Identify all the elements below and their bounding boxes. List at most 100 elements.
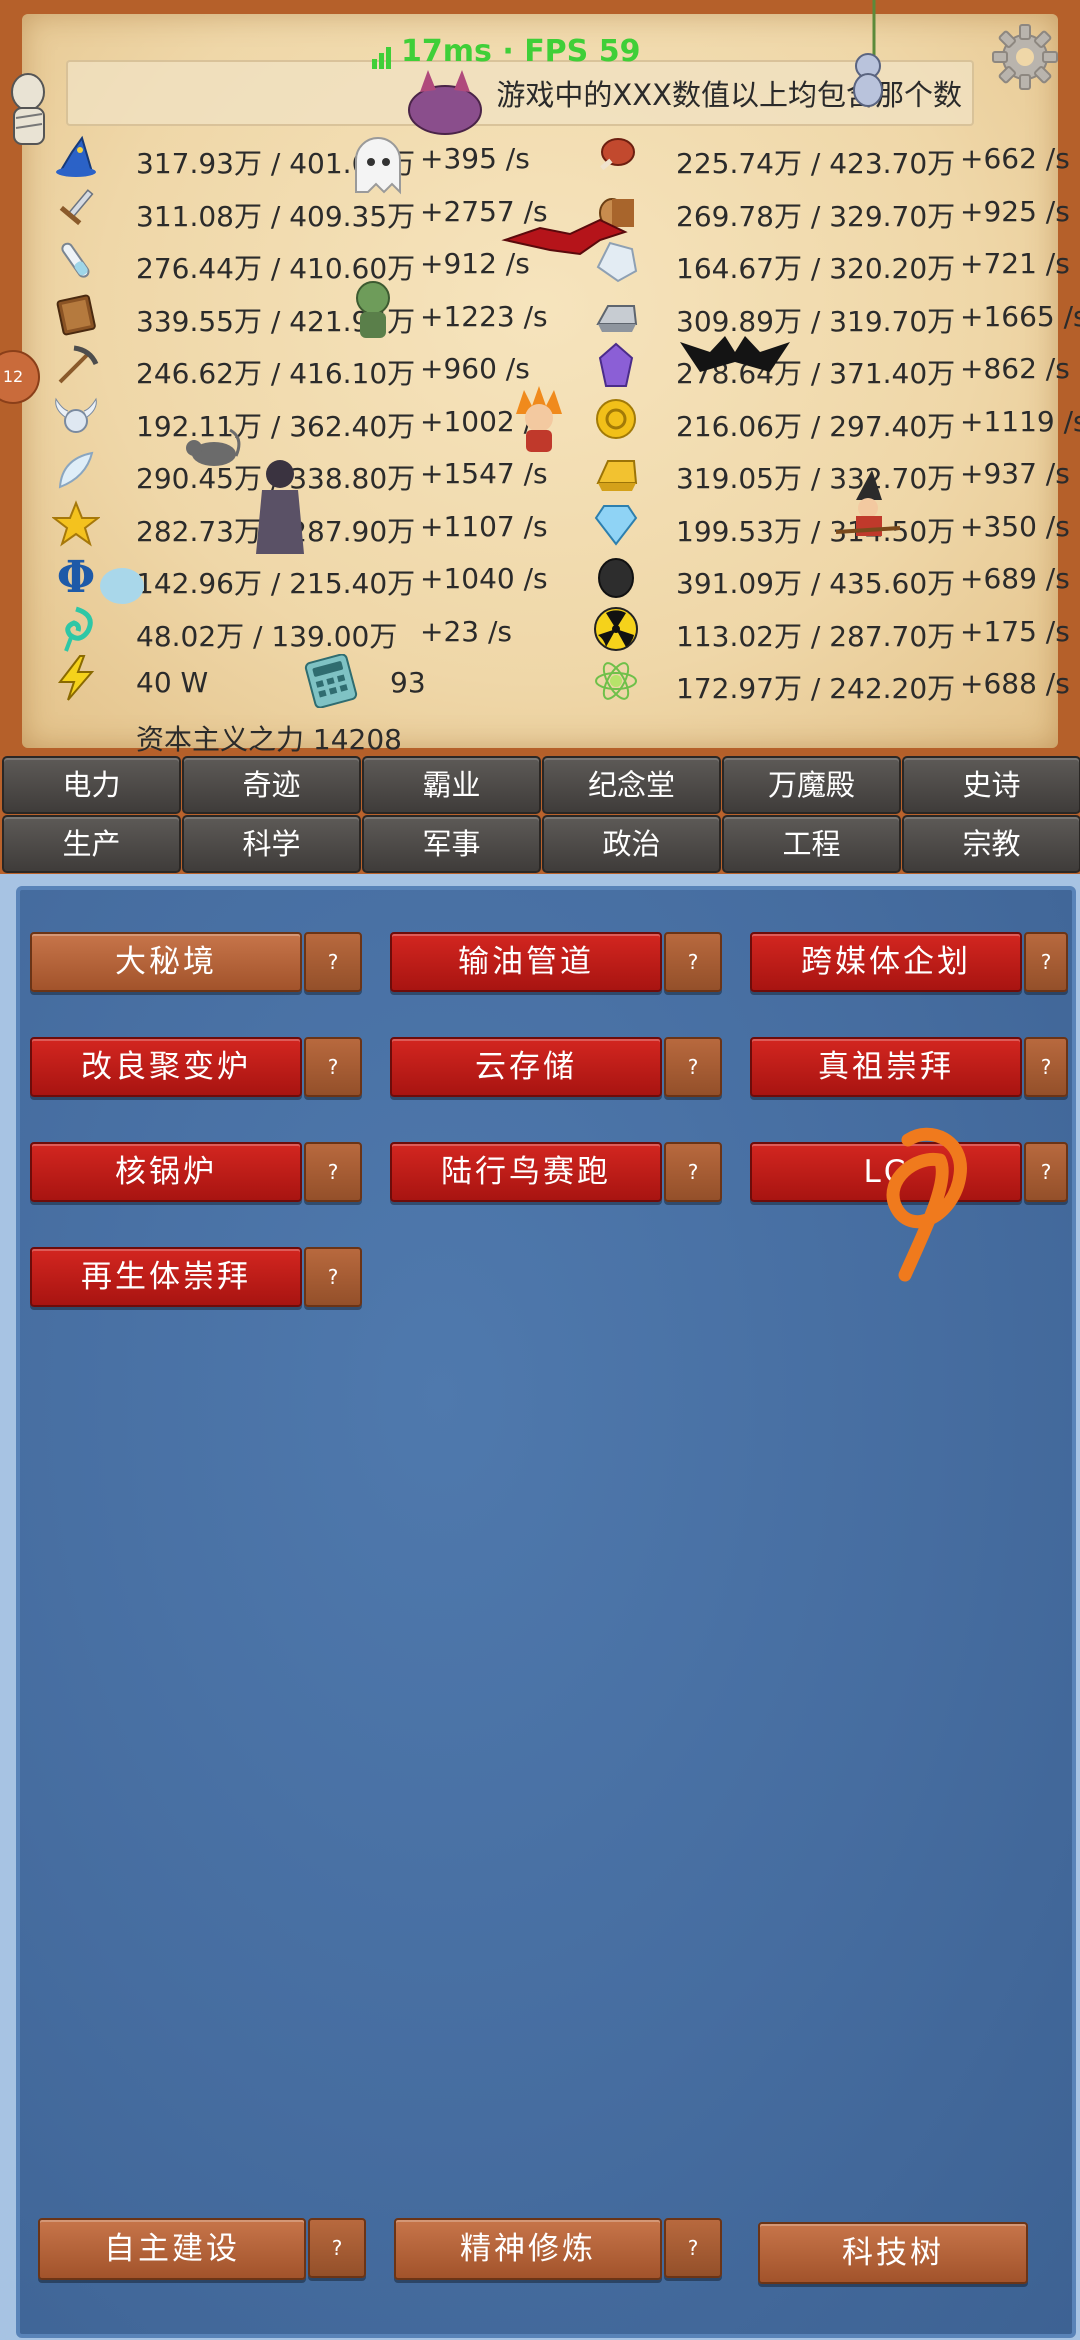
category-tab[interactable]: 万魔殿 xyxy=(722,756,901,814)
building-button[interactable]: 输油管道 xyxy=(390,932,662,992)
gold-bar-icon xyxy=(596,460,638,491)
self-build-help-button[interactable]: ? xyxy=(308,2218,366,2278)
svg-text:Φ: Φ xyxy=(57,552,95,600)
building-button[interactable]: 改良聚变炉 xyxy=(30,1037,302,1097)
left-resource-rate: +960 /s xyxy=(420,352,530,385)
right-resource-value: 172.97万 / 242.20万 xyxy=(676,672,956,705)
spirit-training-button[interactable]: 精神修炼 xyxy=(394,2218,662,2280)
right-resource-rate: +689 /s xyxy=(960,562,1070,595)
right-resource-value: 225.74万 / 423.70万 xyxy=(676,147,956,180)
performance-readout: 17ms · FPS 59 xyxy=(372,34,640,69)
category-tab[interactable]: 生产 xyxy=(2,815,181,873)
building-help-button[interactable]: ? xyxy=(664,932,722,992)
iron-ingot-icon xyxy=(596,304,638,332)
rat-sprite-icon xyxy=(186,428,241,466)
witch-sprite-icon xyxy=(836,470,900,536)
power-value: 40 W xyxy=(136,666,209,699)
right-resource-rate: +662 /s xyxy=(960,142,1070,175)
building-help-button[interactable]: ? xyxy=(1024,1142,1068,1202)
category-tab[interactable]: 科学 xyxy=(182,815,361,873)
building-button[interactable]: 云存储 xyxy=(390,1037,662,1097)
building-button[interactable]: 大秘境 xyxy=(30,932,302,992)
category-tab[interactable]: 霸业 xyxy=(362,756,541,814)
wizard-hat-icon xyxy=(56,135,96,177)
orange-doodle-mark xyxy=(886,1127,967,1282)
winged-helmet-icon xyxy=(55,397,97,433)
tech-tree-button[interactable]: 科技树 xyxy=(758,2222,1028,2284)
right-resource-rate: +175 /s xyxy=(960,614,1070,648)
book-icon xyxy=(56,294,96,335)
right-resource-value: 391.09万 / 435.60万 xyxy=(676,567,956,600)
fps-value: FPS 59 xyxy=(524,34,641,69)
calculator-value: 93 xyxy=(390,666,426,699)
radiation-icon xyxy=(594,606,638,651)
left-resource-value: 192.11万 / 362.40万 xyxy=(136,409,416,443)
left-resource-value: 246.62万 / 416.10万 xyxy=(136,357,416,390)
building-help-button[interactable]: ? xyxy=(304,1247,362,1307)
spiral-icon xyxy=(64,606,93,652)
left-resource-rate: +1223 /s xyxy=(420,299,548,333)
building-button[interactable]: 真祖崇拜 xyxy=(750,1037,1022,1097)
left-resource-rate: +1547 /s xyxy=(420,457,548,490)
diamond-icon xyxy=(594,504,638,546)
right-resource-value: 269.78万 / 329.70万 xyxy=(676,199,956,233)
left-resource-rate: +395 /s xyxy=(420,142,530,175)
building-help-button[interactable]: ? xyxy=(304,1142,362,1202)
sword-icon xyxy=(59,188,94,225)
gear-icon[interactable] xyxy=(990,22,1060,92)
left-resource-rate: +23 /s xyxy=(420,614,513,648)
building-help-button[interactable]: ? xyxy=(664,1037,722,1097)
pickaxe-icon xyxy=(58,345,99,384)
gold-coin-icon xyxy=(596,398,636,439)
category-tab[interactable]: 纪念堂 xyxy=(542,756,721,814)
phi-icon: Φ xyxy=(57,552,95,600)
test-tube-icon xyxy=(61,242,90,278)
building-button[interactable]: 跨媒体企划 xyxy=(750,932,1022,992)
bat-sprite-icon xyxy=(680,336,790,372)
right-resource-value: 199.53万 / 314.50万 xyxy=(676,514,956,548)
right-resource-value: 216.06万 / 297.40万 xyxy=(676,409,956,443)
building-board xyxy=(16,886,1076,2338)
fire-hero-sprite-icon xyxy=(516,386,562,452)
capitalism-power: 资本主义之力 14208 xyxy=(136,723,402,756)
cloud-sprite-icon xyxy=(100,568,144,604)
building-help-button[interactable]: ? xyxy=(664,1142,722,1202)
calculator-icon[interactable] xyxy=(304,654,358,708)
right-resource-value: 113.02万 / 287.70万 xyxy=(676,619,956,653)
category-tab[interactable]: 工程 xyxy=(722,815,901,873)
purple-beast-sprite-icon xyxy=(408,70,482,135)
building-help-button[interactable]: ? xyxy=(304,932,362,992)
star-icon xyxy=(52,499,100,547)
left-resource-rate: +1040 /s xyxy=(420,562,548,595)
signal-bars-icon xyxy=(372,34,393,69)
building-help-button[interactable]: ? xyxy=(1024,932,1068,992)
dark-mage-sprite-icon xyxy=(256,460,304,554)
right-resource-rate: +721 /s xyxy=(960,247,1070,280)
climbing-monkey-sprite-icon xyxy=(853,0,883,107)
left-resource-value: 48.02万 / 139.00万 xyxy=(136,619,398,653)
category-tab[interactable]: 奇迹 xyxy=(182,756,361,814)
category-tab[interactable]: 军事 xyxy=(362,815,541,873)
category-tab[interactable]: 电力 xyxy=(2,756,181,814)
building-button[interactable]: 再生体崇拜 xyxy=(30,1247,302,1307)
building-button[interactable]: 陆行鸟赛跑 xyxy=(390,1142,662,1202)
mummy-sprite-icon xyxy=(11,73,45,145)
lightning-icon xyxy=(57,655,95,701)
right-resource-rate: +350 /s xyxy=(960,509,1070,543)
building-button[interactable]: 核锅炉 xyxy=(30,1142,302,1202)
category-tab[interactable]: 宗教 xyxy=(902,815,1080,873)
category-tab[interactable]: 史诗 xyxy=(902,756,1080,814)
coal-icon xyxy=(598,558,634,598)
left-resource-rate: +1107 /s xyxy=(420,509,548,543)
building-help-button[interactable]: ? xyxy=(1024,1037,1068,1097)
self-build-button[interactable]: 自主建设 xyxy=(38,2218,306,2280)
category-tab[interactable]: 政治 xyxy=(542,815,721,873)
meat-icon xyxy=(600,138,635,171)
left-resource-value: 311.08万 / 409.35万 xyxy=(136,199,416,233)
perf-separator: · xyxy=(502,34,514,69)
building-help-button[interactable]: ? xyxy=(304,1037,362,1097)
feather-icon xyxy=(58,451,94,489)
right-resource-rate: +925 /s xyxy=(960,194,1070,228)
spirit-training-help-button[interactable]: ? xyxy=(664,2218,722,2278)
red-dragon-sprite-icon xyxy=(501,218,628,256)
